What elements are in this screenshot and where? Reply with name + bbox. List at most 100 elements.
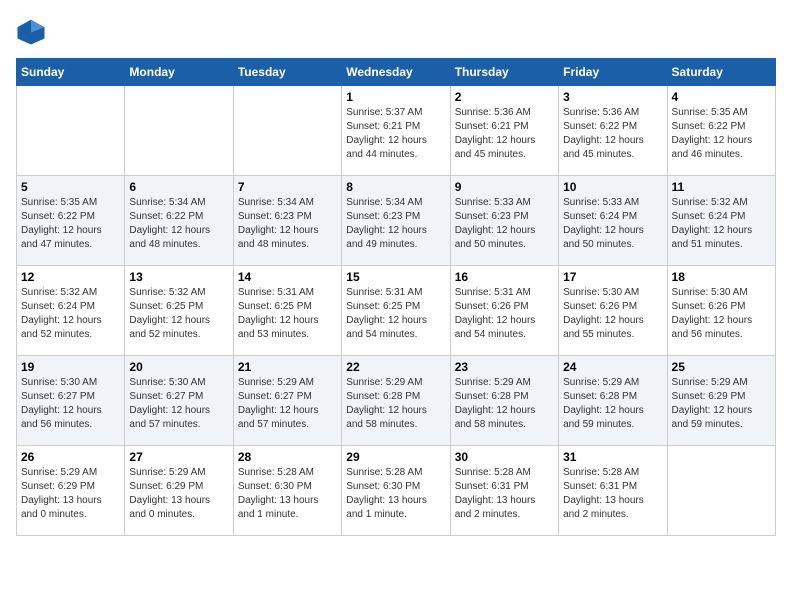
- calendar-cell: 5 Sunrise: 5:35 AMSunset: 6:22 PMDaylight…: [17, 176, 125, 266]
- day-info: Sunrise: 5:34 AMSunset: 6:22 PMDaylight:…: [129, 196, 228, 252]
- weekday-header-saturday: Saturday: [667, 59, 775, 86]
- page-header: [16, 16, 776, 46]
- day-info: Sunrise: 5:29 AMSunset: 6:27 PMDaylight:…: [238, 376, 337, 432]
- day-number: 28: [238, 450, 337, 464]
- day-info: Sunrise: 5:29 AMSunset: 6:29 PMDaylight:…: [129, 466, 228, 522]
- day-info: Sunrise: 5:33 AMSunset: 6:24 PMDaylight:…: [563, 196, 662, 252]
- day-number: 20: [129, 360, 228, 374]
- calendar-cell: 4 Sunrise: 5:35 AMSunset: 6:22 PMDaylight…: [667, 86, 775, 176]
- calendar-cell: 21 Sunrise: 5:29 AMSunset: 6:27 PMDayligh…: [233, 356, 341, 446]
- calendar-cell: 27 Sunrise: 5:29 AMSunset: 6:29 PMDayligh…: [125, 446, 233, 536]
- day-number: 3: [563, 90, 662, 104]
- logo: [16, 16, 50, 46]
- calendar-week-row: 19 Sunrise: 5:30 AMSunset: 6:27 PMDayligh…: [17, 356, 776, 446]
- weekday-header-tuesday: Tuesday: [233, 59, 341, 86]
- day-info: Sunrise: 5:28 AMSunset: 6:30 PMDaylight:…: [238, 466, 337, 522]
- weekday-header-wednesday: Wednesday: [342, 59, 450, 86]
- calendar-cell: 29Sunrise: 5:28 AMSunset: 6:30 PMDayligh…: [342, 446, 450, 536]
- calendar-cell: [17, 86, 125, 176]
- day-number: 30: [455, 450, 554, 464]
- day-info: Sunrise: 5:28 AMSunset: 6:31 PMDaylight:…: [455, 466, 554, 522]
- day-number: 18: [672, 270, 771, 284]
- day-info: Sunrise: 5:28 AMSunset: 6:30 PMDaylight:…: [346, 466, 445, 522]
- day-info: Sunrise: 5:31 AMSunset: 6:25 PMDaylight:…: [346, 286, 445, 342]
- calendar-cell: 14 Sunrise: 5:31 AMSunset: 6:25 PMDayligh…: [233, 266, 341, 356]
- day-number: 2: [455, 90, 554, 104]
- weekday-header-row: SundayMondayTuesdayWednesdayThursdayFrid…: [17, 59, 776, 86]
- calendar-cell: 7 Sunrise: 5:34 AMSunset: 6:23 PMDaylight…: [233, 176, 341, 266]
- day-info: Sunrise: 5:36 AMSunset: 6:22 PMDaylight:…: [563, 106, 662, 162]
- day-number: 9: [455, 180, 554, 194]
- calendar-cell: 10Sunrise: 5:33 AMSunset: 6:24 PMDayligh…: [559, 176, 667, 266]
- weekday-header-thursday: Thursday: [450, 59, 558, 86]
- day-info: Sunrise: 5:30 AMSunset: 6:27 PMDaylight:…: [129, 376, 228, 432]
- day-info: Sunrise: 5:29 AMSunset: 6:29 PMDaylight:…: [672, 376, 771, 432]
- day-info: Sunrise: 5:34 AMSunset: 6:23 PMDaylight:…: [346, 196, 445, 252]
- day-info: Sunrise: 5:31 AMSunset: 6:25 PMDaylight:…: [238, 286, 337, 342]
- calendar-cell: 13 Sunrise: 5:32 AMSunset: 6:25 PMDayligh…: [125, 266, 233, 356]
- calendar-cell: 15 Sunrise: 5:31 AMSunset: 6:25 PMDayligh…: [342, 266, 450, 356]
- calendar-cell: [667, 446, 775, 536]
- day-number: 26: [21, 450, 120, 464]
- calendar-cell: [233, 86, 341, 176]
- calendar-cell: 12 Sunrise: 5:32 AMSunset: 6:24 PMDayligh…: [17, 266, 125, 356]
- calendar-cell: 8 Sunrise: 5:34 AMSunset: 6:23 PMDaylight…: [342, 176, 450, 266]
- calendar-cell: 17Sunrise: 5:30 AMSunset: 6:26 PMDayligh…: [559, 266, 667, 356]
- day-info: Sunrise: 5:29 AMSunset: 6:28 PMDaylight:…: [563, 376, 662, 432]
- calendar-week-row: 1Sunrise: 5:37 AMSunset: 6:21 PMDaylight…: [17, 86, 776, 176]
- weekday-header-sunday: Sunday: [17, 59, 125, 86]
- day-number: 19: [21, 360, 120, 374]
- calendar-week-row: 26 Sunrise: 5:29 AMSunset: 6:29 PMDayligh…: [17, 446, 776, 536]
- calendar-cell: 22 Sunrise: 5:29 AMSunset: 6:28 PMDayligh…: [342, 356, 450, 446]
- calendar-cell: 16 Sunrise: 5:31 AMSunset: 6:26 PMDayligh…: [450, 266, 558, 356]
- day-info: Sunrise: 5:31 AMSunset: 6:26 PMDaylight:…: [455, 286, 554, 342]
- weekday-header-monday: Monday: [125, 59, 233, 86]
- calendar-cell: 30 Sunrise: 5:28 AMSunset: 6:31 PMDayligh…: [450, 446, 558, 536]
- day-number: 5: [21, 180, 120, 194]
- calendar-cell: 26 Sunrise: 5:29 AMSunset: 6:29 PMDayligh…: [17, 446, 125, 536]
- day-info: Sunrise: 5:29 AMSunset: 6:29 PMDaylight:…: [21, 466, 120, 522]
- day-number: 21: [238, 360, 337, 374]
- day-number: 15: [346, 270, 445, 284]
- day-number: 7: [238, 180, 337, 194]
- calendar-cell: 20 Sunrise: 5:30 AMSunset: 6:27 PMDayligh…: [125, 356, 233, 446]
- weekday-header-friday: Friday: [559, 59, 667, 86]
- day-info: Sunrise: 5:35 AMSunset: 6:22 PMDaylight:…: [672, 106, 771, 162]
- day-info: Sunrise: 5:28 AMSunset: 6:31 PMDaylight:…: [563, 466, 662, 522]
- day-info: Sunrise: 5:29 AMSunset: 6:28 PMDaylight:…: [346, 376, 445, 432]
- day-info: Sunrise: 5:32 AMSunset: 6:24 PMDaylight:…: [672, 196, 771, 252]
- day-number: 22: [346, 360, 445, 374]
- calendar-cell: [125, 86, 233, 176]
- day-number: 17: [563, 270, 662, 284]
- calendar-week-row: 5 Sunrise: 5:35 AMSunset: 6:22 PMDaylight…: [17, 176, 776, 266]
- day-number: 23: [455, 360, 554, 374]
- day-info: Sunrise: 5:35 AMSunset: 6:22 PMDaylight:…: [21, 196, 120, 252]
- day-info: Sunrise: 5:32 AMSunset: 6:24 PMDaylight:…: [21, 286, 120, 342]
- day-info: Sunrise: 5:33 AMSunset: 6:23 PMDaylight:…: [455, 196, 554, 252]
- day-number: 24: [563, 360, 662, 374]
- day-number: 12: [21, 270, 120, 284]
- day-number: 27: [129, 450, 228, 464]
- calendar-cell: 28 Sunrise: 5:28 AMSunset: 6:30 PMDayligh…: [233, 446, 341, 536]
- day-info: Sunrise: 5:34 AMSunset: 6:23 PMDaylight:…: [238, 196, 337, 252]
- day-number: 4: [672, 90, 771, 104]
- calendar-cell: 3 Sunrise: 5:36 AMSunset: 6:22 PMDaylight…: [559, 86, 667, 176]
- day-info: Sunrise: 5:32 AMSunset: 6:25 PMDaylight:…: [129, 286, 228, 342]
- day-number: 8: [346, 180, 445, 194]
- day-number: 13: [129, 270, 228, 284]
- calendar-table: SundayMondayTuesdayWednesdayThursdayFrid…: [16, 58, 776, 536]
- calendar-cell: 25 Sunrise: 5:29 AMSunset: 6:29 PMDayligh…: [667, 356, 775, 446]
- calendar-cell: 6 Sunrise: 5:34 AMSunset: 6:22 PMDaylight…: [125, 176, 233, 266]
- day-number: 14: [238, 270, 337, 284]
- calendar-week-row: 12 Sunrise: 5:32 AMSunset: 6:24 PMDayligh…: [17, 266, 776, 356]
- calendar-cell: 2 Sunrise: 5:36 AMSunset: 6:21 PMDaylight…: [450, 86, 558, 176]
- day-info: Sunrise: 5:29 AMSunset: 6:28 PMDaylight:…: [455, 376, 554, 432]
- day-number: 1: [346, 90, 445, 104]
- day-number: 16: [455, 270, 554, 284]
- day-number: 25: [672, 360, 771, 374]
- day-number: 6: [129, 180, 228, 194]
- calendar-cell: 18Sunrise: 5:30 AMSunset: 6:26 PMDayligh…: [667, 266, 775, 356]
- day-info: Sunrise: 5:36 AMSunset: 6:21 PMDaylight:…: [455, 106, 554, 162]
- calendar-cell: 24 Sunrise: 5:29 AMSunset: 6:28 PMDayligh…: [559, 356, 667, 446]
- day-number: 11: [672, 180, 771, 194]
